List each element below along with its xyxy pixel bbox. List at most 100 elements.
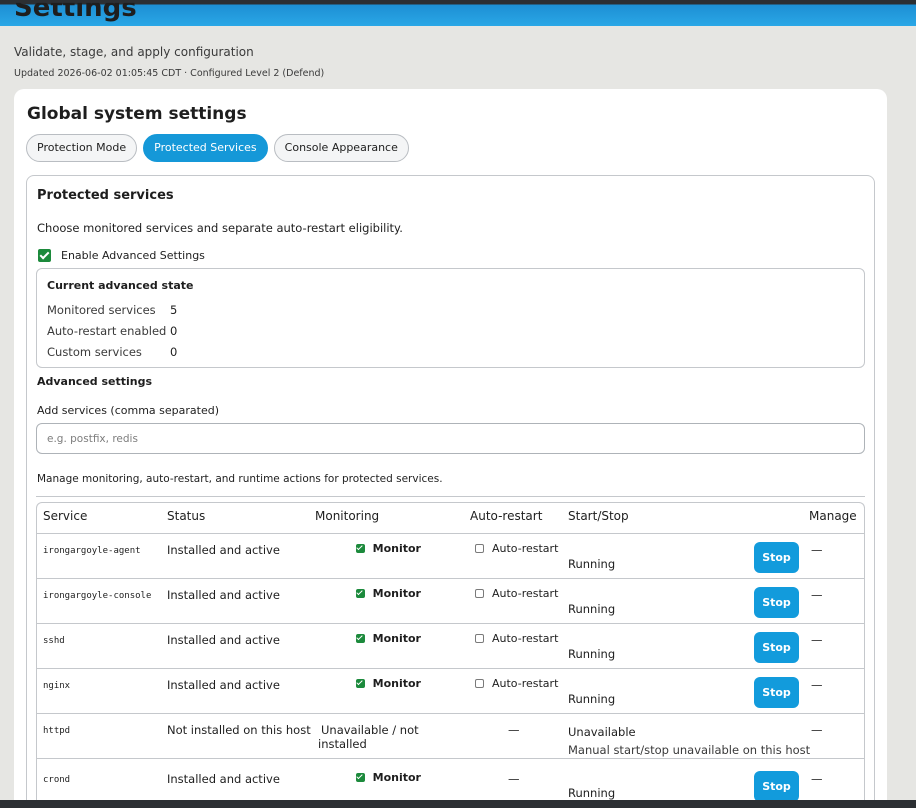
table-row: crond Installed and active Monitor — Run… (37, 758, 864, 802)
tab-protected-services[interactable]: Protected Services (143, 134, 268, 162)
manage-cell: — (805, 713, 864, 759)
stop-button[interactable]: Stop (754, 631, 799, 663)
service-state: Running (568, 691, 616, 706)
enable-advanced-checkbox[interactable] (38, 249, 51, 262)
column-header-status: Status (161, 503, 312, 534)
protected-services-panel: Protected services Choose monitored serv… (26, 175, 875, 808)
autorestart-checkbox[interactable] (475, 633, 484, 643)
updated-status: Updated 2026-06-02 01:05:45 CDT · Config… (14, 68, 325, 79)
stop-button[interactable]: Stop (754, 586, 799, 618)
service-state: Running (568, 646, 616, 661)
autorestart-label: Auto-restart (492, 631, 559, 645)
service-name: sshd (37, 623, 161, 669)
service-name: irongargoyle-agent (37, 533, 161, 579)
advanced-settings-title: Advanced settings (37, 375, 153, 388)
autorestart-unavailable: — (467, 713, 562, 759)
monitor-checkbox[interactable] (355, 633, 365, 643)
service-status: Installed and active (161, 578, 312, 624)
service-status: Installed and active (161, 758, 312, 802)
add-services-input[interactable] (36, 423, 865, 454)
service-state: Running (568, 785, 616, 800)
monitor-checkbox[interactable] (355, 772, 365, 782)
enable-advanced-toggle[interactable]: Enable Advanced Settings (38, 249, 205, 262)
panel-description: Choose monitored services and separate a… (37, 221, 403, 235)
settings-card: Global system settings Protection Mode P… (14, 89, 887, 808)
table-header-row: Service Status Monitoring Auto-restart S… (37, 503, 864, 534)
service-state: Running (568, 556, 616, 571)
stat-label: Auto-restart enabled (47, 324, 167, 338)
stat-label: Custom services (47, 345, 142, 359)
stat-value: 0 (170, 324, 178, 338)
column-header-startstop: Start/Stop (562, 503, 805, 534)
autorestart-checkbox[interactable] (475, 588, 484, 598)
monitor-label: Monitor (372, 541, 421, 555)
card-title: Global system settings (27, 104, 247, 124)
manage-cell: — (805, 758, 864, 802)
autorestart-toggle[interactable]: Auto-restart (473, 632, 562, 645)
enable-advanced-label: Enable Advanced Settings (61, 249, 205, 262)
services-table: Service Status Monitoring Auto-restart S… (36, 502, 865, 802)
table-row: irongargoyle-agent Installed and active … (37, 533, 864, 579)
service-status: Installed and active (161, 623, 312, 669)
autorestart-enabled-stat: Auto-restart enabled 0 (47, 324, 177, 338)
stat-value: 0 (170, 345, 178, 359)
monitor-toggle[interactable]: Monitor (318, 677, 467, 690)
table-row: sshd Installed and active Monitor Auto-r… (37, 623, 864, 669)
service-name: httpd (37, 713, 161, 759)
service-name: irongargoyle-console (37, 578, 161, 624)
column-header-autorestart: Auto-restart (467, 503, 562, 534)
monitor-checkbox[interactable] (355, 678, 365, 688)
autorestart-label: Auto-restart (492, 676, 559, 690)
tab-protection-mode[interactable]: Protection Mode (26, 134, 138, 162)
column-header-manage: Manage (805, 503, 864, 534)
service-state: Running (568, 601, 616, 616)
service-status: Installed and active (161, 533, 312, 579)
monitor-toggle[interactable]: Monitor (318, 771, 467, 784)
panel-title: Protected services (37, 188, 174, 203)
custom-services-stat: Custom services 0 (47, 345, 177, 359)
column-header-monitoring: Monitoring (312, 503, 467, 534)
manage-cell: — (805, 668, 864, 714)
autorestart-checkbox[interactable] (475, 678, 484, 688)
browser-top-bar (0, 0, 916, 26)
autorestart-toggle[interactable]: Auto-restart (473, 677, 562, 690)
stop-button[interactable]: Stop (754, 770, 799, 802)
service-state: Unavailable (568, 724, 636, 739)
monitoring-unavailable: Unavailable / not installed (318, 722, 419, 751)
manage-description: Manage monitoring, auto-restart, and run… (37, 473, 443, 485)
stat-label: Monitored services (47, 303, 156, 317)
table-row: irongargoyle-console Installed and activ… (37, 578, 864, 624)
service-status: Not installed on this host (161, 713, 312, 759)
settings-tabs: Protection Mode Protected Services Conso… (26, 134, 409, 162)
advanced-state-box: Current advanced state Monitored service… (36, 268, 865, 368)
service-name: crond (37, 758, 161, 802)
tab-console-appearance[interactable]: Console Appearance (273, 134, 409, 162)
service-state-note: Manual start/stop unavailable on this ho… (568, 742, 811, 757)
column-header-service: Service (37, 503, 161, 534)
monitor-checkbox[interactable] (355, 588, 365, 598)
monitor-toggle[interactable]: Monitor (318, 542, 467, 555)
page-title: Settings (14, 0, 137, 23)
autorestart-toggle[interactable]: Auto-restart (473, 587, 562, 600)
monitor-label: Monitor (372, 631, 421, 645)
autorestart-toggle[interactable]: Auto-restart (473, 542, 562, 555)
divider (36, 496, 865, 497)
stop-button[interactable]: Stop (754, 676, 799, 708)
service-name: nginx (37, 668, 161, 714)
monitor-toggle[interactable]: Monitor (318, 587, 467, 600)
monitored-services-stat: Monitored services 5 (47, 303, 177, 317)
advanced-state-title: Current advanced state (47, 279, 194, 292)
autorestart-unavailable: — (467, 758, 562, 802)
stop-button[interactable]: Stop (754, 541, 799, 573)
monitor-toggle[interactable]: Monitor (318, 632, 467, 645)
service-status: Installed and active (161, 668, 312, 714)
monitor-checkbox[interactable] (355, 543, 365, 553)
table-row: nginx Installed and active Monitor Auto-… (37, 668, 864, 714)
stat-value: 5 (170, 303, 178, 317)
monitor-label: Monitor (372, 770, 421, 784)
monitor-label: Monitor (372, 586, 421, 600)
autorestart-label: Auto-restart (492, 541, 559, 555)
autorestart-checkbox[interactable] (475, 543, 484, 553)
taskbar-edge (0, 800, 916, 808)
table-row: httpd Not installed on this host Unavail… (37, 713, 864, 759)
